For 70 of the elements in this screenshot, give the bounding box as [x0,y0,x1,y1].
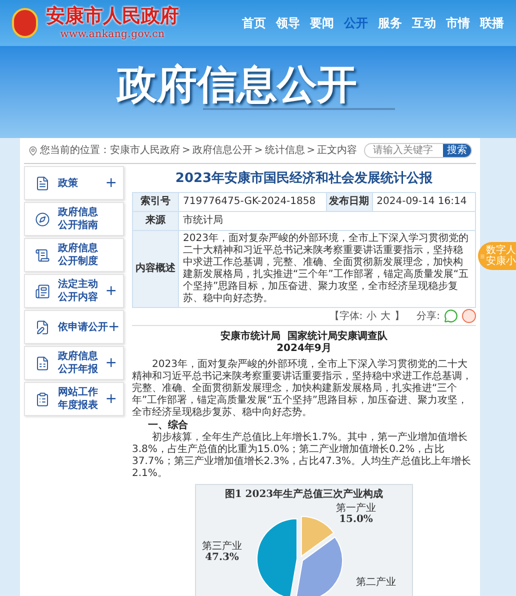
table-cell: 市统计局 [178,211,476,230]
sidebar-label: 网站工作 [58,386,98,399]
table-header-cell: 索引号 [132,192,178,211]
intro-paragraph: 2023年，面对复杂严峻的外部环境，全市上下深入学习贯彻党的二十大精神和习近平总书记来陕考察重要讲话重要指示，坚持稳中求进工作总基调，完整、准确、全面贯彻新发展理念，加快构建新发展格局，扎实推进“三个年”工作部署，锚定高质量发展“五个坚持”思路目标，加压奋进、聚力攻坚，全市经济呈现稳步复苏、稳中向好态势。 [132,358,473,418]
slice-label: 第一产业 15.0% [336,502,376,524]
expand-toggle[interactable]: + [105,280,117,302]
breadcrumb-link[interactable]: 安康市人民政府 [110,143,180,158]
location-icon [28,146,38,156]
sidebar-item[interactable]: 政府信息 公开指南 [24,202,124,236]
breadcrumb-separator: > [306,144,316,158]
share-label: 分享: [416,310,440,324]
table-cell: 719776475-GK-2024-1858 [178,192,326,211]
expand-toggle[interactable]: + [105,388,117,410]
section-paragraph: 初步核算，全年生产总值比上年增长1.7%。其中，第一产业增加值增长3.8%，占生产总值的比重为15.0%；第二产业增加值增长0.2%，占比37.7%；第三产业增加值增长2.3%，占比47.3%。人均生产总值比上年增长2.1%。 [132,432,472,480]
breadcrumb-link[interactable]: 正文内容 [317,143,358,158]
pen-document-icon [35,320,50,334]
sidebar-item[interactable]: 政府信息 公开制度 [24,238,124,272]
sidebar-label: 公开指南 [58,219,98,232]
table-cell: 2023年，面对复杂严峻的外部环境，全市上下深入学习贯彻党的二十大精神和习近平总书记来陕考察重要讲话重要指示，坚持稳中求进工作总基调，完整、准确、全面贯彻新发展理念，加快构建新发展格局，扎实推进“三个年”工作部署，锚定高质量发展“五个坚持”思路目标，加压奋进、聚力攻坚，全市经济呈现稳步复苏、稳中向好态势。 [178,230,476,307]
folder-document-icon [35,356,50,370]
expand-toggle[interactable]: + [105,172,117,194]
article-title: 2023年安康市国民经济和社会发展统计公报 [174,170,434,188]
search-field[interactable]: 请输入关键字 搜索 [364,143,472,158]
sidebar-label: 公开年报 [58,363,98,376]
breadcrumb-link[interactable]: 政府信息公开 [192,143,252,158]
sidebar-label: 政府信息 [58,242,98,255]
menu-icon [480,254,485,258]
slice-label: 第三产业 47.3% [202,540,242,562]
article-authors: 安康市统计局 国家统计局安康调查队 [220,330,388,342]
sidebar-item[interactable]: 依申请公开+ [24,310,124,344]
compass-icon [35,212,50,226]
chart-title: 图1 2023年生产总值三次产业构成 [224,488,384,502]
sidebar-label: 政策 [58,176,78,190]
font-size-label: 【字体: [329,310,363,324]
font-size-link[interactable]: 大 [380,308,391,324]
sidebar-label: 政府信息 [58,350,98,363]
font-size-link[interactable]: 小 [366,308,377,324]
table-header-cell: 发布日期 [326,192,372,211]
chat-share-icon[interactable] [444,309,458,323]
clipboard-icon [35,392,50,406]
breadcrumb-label: 您当前的位置： [40,144,110,158]
site-url: www.ankang.gov.cn [60,28,165,42]
table-header-cell: 内容概述 [132,230,178,307]
search-button[interactable]: 搜索 [443,144,471,157]
breadcrumb-separator: > [254,144,263,158]
search-input[interactable]: 请输入关键字 [365,144,443,157]
newspaper-icon [35,284,50,298]
breadcrumb-link[interactable]: 统计信息 [264,143,305,158]
sidebar-label: 公开制度 [58,255,98,268]
table-header-cell: 来源 [132,211,178,230]
article-date: 2024年9月 [276,342,332,354]
document-icon [35,176,50,190]
table-cell: 2024-09-14 16:14 [372,192,476,211]
font-size-bracket: 】 [394,310,405,324]
list-document-icon [35,248,50,262]
breadcrumb-separator: > [182,144,190,158]
sidebar-label: 公开内容 [58,291,98,304]
section-heading: 一、综合 [147,420,189,432]
banner-title: 政府信息公开 [117,62,357,108]
sidebar-label: 政府信息 [58,206,98,219]
slice-label: 第二产业 [356,576,396,588]
badge-text: 数字人 [486,245,516,256]
expand-toggle[interactable]: + [105,352,117,374]
sidebar-label: 依申请公开 [58,320,108,334]
sidebar-item[interactable]: 政策 + [24,166,124,200]
badge-text: 安康小 [486,256,516,267]
emblem-icon [12,8,38,38]
sidebar-label: 法定主动 [58,278,98,291]
expand-toggle[interactable]: + [108,316,120,338]
sidebar-label: 年度报表 [58,399,98,412]
